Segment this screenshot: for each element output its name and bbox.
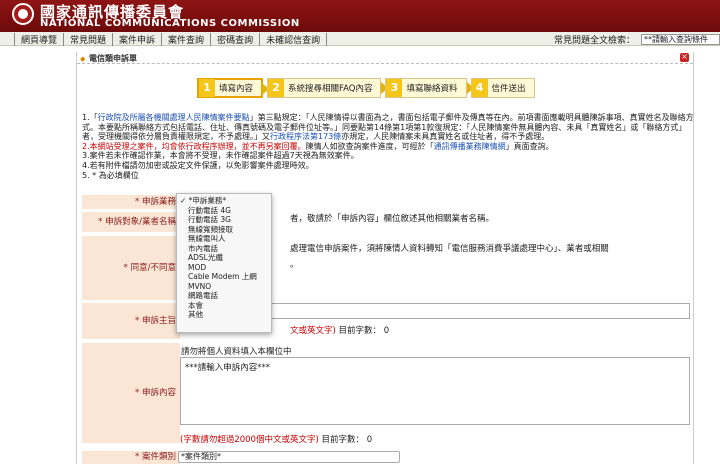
step-2: 2 系統搜尋相關FAQ內容 <box>267 78 389 98</box>
panel-header: ◆ 電信類申訴單 × <box>77 52 693 64</box>
note-2: 2.本網站受理之案件，均會依行政程序辦理，並不再另案回覆。陳情人如欲查詢案件進度… <box>82 142 694 152</box>
subject-limit-note: 文或英文字) <box>290 326 336 336</box>
category-select[interactable]: *案件類別* <box>178 451 400 463</box>
dropdown-option[interactable]: 網路電話 <box>177 291 271 301</box>
consent-label: * 同意/不同意 <box>82 236 180 300</box>
content-count: 0 <box>366 435 373 445</box>
dropdown-option[interactable]: MOD <box>177 263 271 273</box>
note-text: 亦規定，人民陳情案未具真實姓名或住址者，得不予處理。 <box>341 132 550 142</box>
dropdown-option[interactable]: Cable Modem 上網 <box>177 272 271 282</box>
consent-hint-end: 。 <box>290 260 299 270</box>
step-number: 3 <box>386 79 403 97</box>
nav-bar: 網頁導覽 常見問題 案件申訴 案件查詢 密碼查詢 未確認信查詢 常見問題全文檢索… <box>0 32 720 46</box>
nav-item-case-query[interactable]: 案件查詢 <box>161 33 210 46</box>
step-label: 系統搜尋相關FAQ內容 <box>288 84 373 94</box>
note-text: 陳情人如欲查詢案件進度，可經於「 <box>305 141 434 151</box>
progress-steps: 1 填寫內容 2 系統搜尋相關FAQ內容 3 填寫聯絡資料 4 信件送出 <box>197 78 539 100</box>
subject-counter: 文或英文字) 目前字數： 0 <box>290 324 389 336</box>
consent-hint: 處理電信申訴案件，須將陳情人資料轉知「電信服務消費爭議處理中心」、業者或相關 <box>290 244 609 254</box>
dropdown-option[interactable]: 其他 <box>177 310 271 320</box>
subject-label: * 申訴主旨 <box>82 303 180 339</box>
step-number: 2 <box>268 79 285 97</box>
dropdown-option[interactable]: 行動電話 4G <box>177 206 271 216</box>
header-banner: 國家通訊傳播委員會 NATIONAL COMMUNICATIONS COMMIS… <box>0 0 720 32</box>
panel-title: 電信類申訴單 <box>89 54 137 63</box>
nav-item-password-query[interactable]: 密碼查詢 <box>210 33 259 46</box>
content-label: * 申訴內容 <box>82 343 180 443</box>
step-4: 4 信件送出 <box>470 78 535 98</box>
step-label: 信件送出 <box>491 84 526 94</box>
nav-item-complaint[interactable]: 案件申訴 <box>112 33 161 46</box>
nav-menu: 網頁導覽 常見問題 案件申訴 案件查詢 密碼查詢 未確認信查詢 <box>0 33 328 46</box>
nav-item-unconfirmed-query[interactable]: 未確認信查詢 <box>259 33 328 46</box>
option-label: *申訴業務* <box>188 196 227 205</box>
note-4: 4.若有附件檔請勿加密或設定文件保護，以免影響案件處理時效。 <box>82 160 314 170</box>
step-number: 1 <box>199 79 215 97</box>
subject-count: 0 <box>383 326 390 336</box>
bullet-icon: ◆ <box>80 55 86 63</box>
step-number: 4 <box>471 79 488 97</box>
dropdown-option[interactable]: MVNO <box>177 282 271 292</box>
admin-procedure-link[interactable]: 行政程序法第173條 <box>270 132 341 141</box>
dropdown-option[interactable]: 無線電叫人 <box>177 234 271 244</box>
content-limit-note: (字數請勿超過2000個中文或英文字) <box>180 435 319 445</box>
dropdown-option[interactable]: 行動電話 3G <box>177 215 271 225</box>
content-textarea[interactable]: ***請輸入申訴內容*** <box>180 357 690 425</box>
notice-text: 1.「行政院及所屬各機關處理人民陳情案件要點」第三點規定：「人民陳情得以書面為之… <box>82 113 694 180</box>
ncc-logo <box>12 3 34 25</box>
privacy-warning: 請勿將個人資料填入本欄位中 <box>181 347 292 357</box>
step-label: 填寫內容 <box>219 84 254 94</box>
step-3: 3 填寫聯絡資料 <box>385 78 474 98</box>
petition-site-link[interactable]: 通訊傳播業務陳情網 <box>434 142 506 151</box>
content-count-label: 目前字數： <box>321 435 364 445</box>
subject-count-label: 目前字數： <box>338 326 382 336</box>
target-label: * 申訴對象/業者名稱 <box>82 212 180 232</box>
checkmark-icon: ✓ <box>180 196 189 205</box>
regulation-link[interactable]: 行政院及所屬各機關處理人民陳情案件要點 <box>98 113 250 122</box>
step-1: 1 填寫內容 <box>197 78 270 98</box>
note-3: 3.案件若未作確認作業，本會將不受理，未作確認案件超過7天視為無效案件。 <box>82 151 359 161</box>
note-warning: 2.本網站受理之案件，均會依行政程序辦理，並不再另案回覆。 <box>82 141 306 151</box>
dropdown-option[interactable]: 本會 <box>177 301 271 311</box>
note-text: 1.「 <box>82 113 98 122</box>
dropdown-option[interactable]: 無線寬頻接取 <box>177 225 271 235</box>
target-hint: 者，敬請於「申訴內容」欄位敘述其他相關業者名稱。 <box>290 214 495 224</box>
faq-search-input[interactable]: **請輸入查詢條件 <box>641 34 720 45</box>
dropdown-option[interactable]: ADSL光纖 <box>177 253 271 263</box>
dropdown-option[interactable]: ✓ *申訴業務* <box>177 196 271 206</box>
business-dropdown-menu[interactable]: ✓ *申訴業務* 行動電話 4G 行動電話 3G 無線寬頻接取 無線電叫人 市內… <box>176 193 272 333</box>
category-label: * 案件類別 <box>82 451 180 464</box>
faq-search-label: 常見問題全文檢索： <box>554 36 636 46</box>
note-1: 1.「行政院及所屬各機關處理人民陳情案件要點」第三點規定：「人民陳情得以書面為之… <box>82 113 694 142</box>
close-icon[interactable]: × <box>680 53 689 62</box>
step-label: 填寫聯絡資料 <box>406 84 458 94</box>
nav-item-faq[interactable]: 常見問題 <box>63 33 112 46</box>
site-title-en: NATIONAL COMMUNICATIONS COMMISSION <box>40 18 300 29</box>
note-text: 」頁面查詢。 <box>505 141 554 151</box>
note-5: 5. * 為必填欄位 <box>82 170 139 180</box>
business-label: * 申訴業務 <box>82 195 180 209</box>
nav-item-sitemap[interactable]: 網頁導覽 <box>14 33 63 46</box>
dropdown-option[interactable]: 市內電話 <box>177 244 271 254</box>
content-counter: (字數請勿超過2000個中文或英文字) 目前字數： 0 <box>180 433 372 445</box>
